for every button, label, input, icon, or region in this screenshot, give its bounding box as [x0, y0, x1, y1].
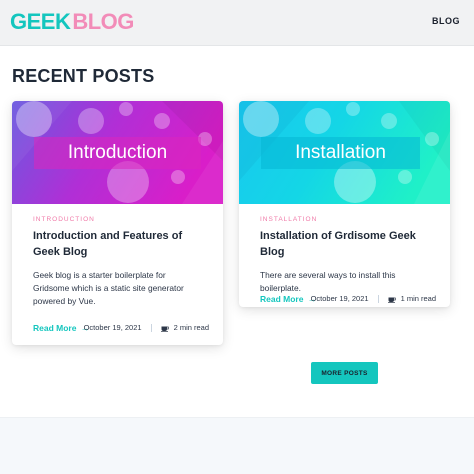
post-date: October 19, 2021 [83, 323, 142, 332]
read-more-link[interactable]: Read More → [260, 294, 316, 304]
thumbnail-label: Introduction [34, 137, 201, 169]
coffee-icon [387, 297, 396, 303]
site-footer [0, 417, 474, 474]
coffee-icon [160, 326, 169, 332]
post-card[interactable]: Introduction INTRODUCTION Introduction a… [12, 101, 223, 345]
post-date: October 19, 2021 [310, 294, 369, 303]
read-more-label: Read More [33, 323, 77, 333]
post-excerpt: Geek blog is a starter boilerplate for G… [33, 270, 184, 306]
post-read-time: 2 min read [173, 323, 209, 332]
more-posts-button[interactable]: MORE POSTS [311, 362, 378, 384]
meta-divider [150, 323, 152, 332]
post-tag[interactable]: INTRODUCTION [33, 216, 202, 223]
post-meta: October 19, 2021 1 min read [311, 294, 436, 303]
site-logo[interactable]: GEEKBLOG [10, 10, 134, 34]
post-card[interactable]: Installation INSTALLATION Installation o… [239, 101, 450, 307]
post-title[interactable]: Installation of Grdisome Geek Blog [260, 229, 429, 260]
post-meta: October 19, 2021 2 min read [84, 323, 209, 332]
post-tag[interactable]: INSTALLATION [260, 216, 429, 223]
site-header: GEEKBLOG BLOG [0, 0, 474, 46]
post-read-time: 1 min read [400, 294, 436, 303]
post-thumbnail[interactable]: Introduction [12, 101, 223, 204]
nav-link-blog[interactable]: BLOG [432, 16, 460, 26]
post-title[interactable]: Introduction and Features of Geek Blog [33, 229, 202, 260]
logo-part-blog: BLOG [72, 9, 134, 34]
read-more-link[interactable]: Read More → [33, 323, 89, 333]
thumbnail-label: Installation [261, 137, 420, 169]
logo-part-geek: GEEK [10, 9, 71, 34]
section-title: RECENT POSTS [12, 66, 155, 86]
meta-divider [377, 294, 379, 303]
post-thumbnail[interactable]: Installation [239, 101, 450, 204]
read-more-label: Read More [260, 294, 304, 304]
